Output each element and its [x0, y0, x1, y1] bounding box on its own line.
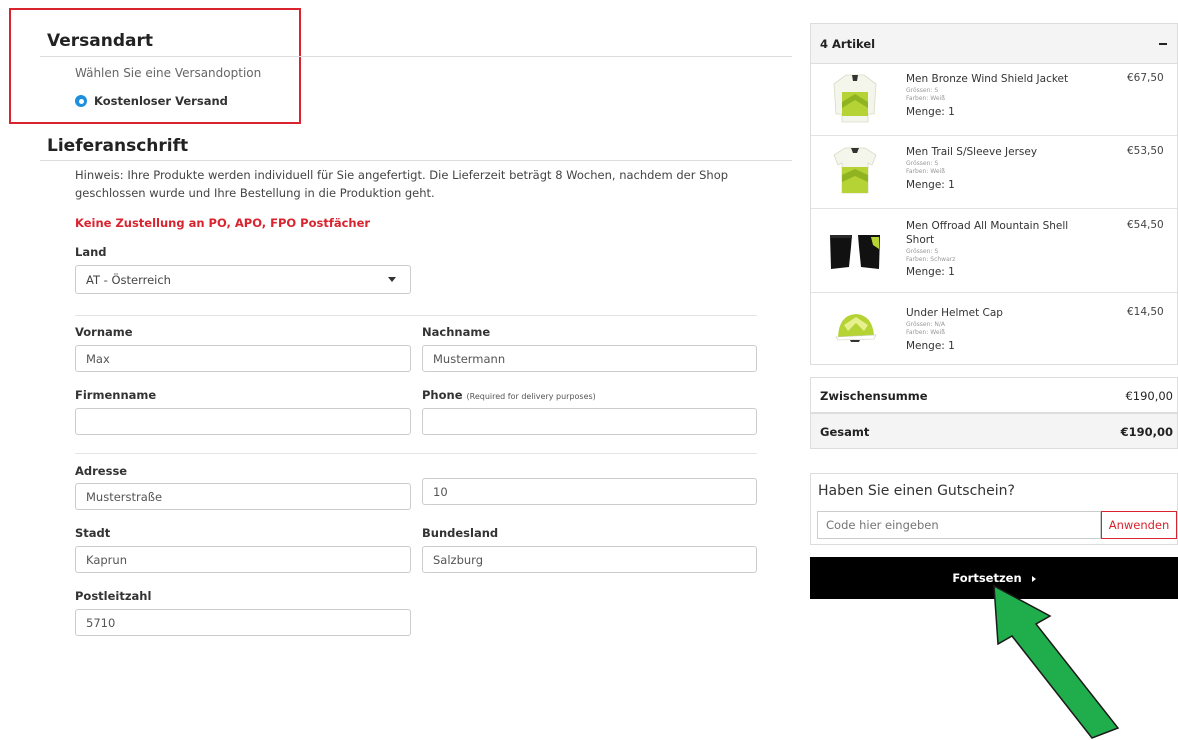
country-label: Land	[75, 245, 107, 259]
state-label: Bundesland	[422, 526, 499, 540]
company-label: Firmenname	[75, 388, 157, 402]
shipping-divider	[40, 56, 792, 57]
form-divider-1	[75, 315, 757, 316]
cart-item-size: Grössen: N/A	[906, 321, 945, 328]
cart-item-size: Grössen: S	[906, 248, 939, 255]
chevron-down-icon	[388, 277, 396, 282]
house-number-input[interactable]	[422, 478, 757, 505]
delivery-address-heading: Lieferanschrift	[47, 136, 189, 156]
cart-item-color: Farben: Weiß	[906, 168, 945, 175]
coupon-code-input[interactable]	[817, 511, 1101, 539]
shipping-method-heading: Versandart	[47, 31, 153, 51]
cart-item-price: €54,50	[1127, 219, 1164, 231]
coupon-title: Haben Sie einen Gutschein?	[818, 483, 1015, 499]
state-input[interactable]	[422, 546, 757, 573]
total-row: Gesamt €190,00	[810, 413, 1178, 449]
minus-icon[interactable]	[1159, 43, 1167, 45]
cart-item: Men Offroad All Mountain Shell Short Grö…	[811, 208, 1177, 292]
total-value: €190,00	[1120, 425, 1173, 439]
subtotal-row: Zwischensumme €190,00	[810, 377, 1178, 413]
jersey-thumbnail-icon	[833, 147, 877, 194]
shipping-option-free[interactable]: Kostenloser Versand	[94, 94, 228, 108]
country-select-value: AT - Österreich	[86, 272, 171, 287]
zip-input[interactable]	[75, 609, 411, 636]
street-label: Adresse	[75, 464, 128, 478]
city-input[interactable]	[75, 546, 411, 573]
cart-item-qty: Menge: 1	[906, 179, 955, 191]
phone-label-note: (Required for delivery purposes)	[466, 392, 596, 401]
total-label: Gesamt	[820, 425, 870, 439]
cart-item-count: 4 Artikel	[820, 37, 876, 51]
cart-item-price: €14,50	[1127, 306, 1164, 318]
phone-input[interactable]	[422, 408, 757, 435]
cap-thumbnail-icon	[835, 314, 877, 342]
country-select[interactable]: AT - Österreich	[75, 265, 411, 294]
shorts-thumbnail-icon	[830, 235, 880, 269]
cart-item-name: Under Helmet Cap	[906, 307, 1003, 319]
cart-item: Men Trail S/Sleeve Jersey Grössen: S Far…	[811, 135, 1177, 208]
address-divider	[40, 160, 792, 161]
lastname-label: Nachname	[422, 325, 491, 339]
cart-item-price: €67,50	[1127, 72, 1164, 84]
cart-item-qty: Menge: 1	[906, 106, 955, 118]
jacket-thumbnail-icon	[833, 74, 877, 123]
po-box-warning: Keine Zustellung an PO, APO, FPO Postfäc…	[75, 216, 371, 230]
shipping-prompt: Wählen Sie eine Versandoption	[75, 66, 262, 80]
firstname-label: Vorname	[75, 325, 133, 339]
subtotal-label: Zwischensumme	[820, 389, 928, 403]
apply-coupon-button[interactable]: Anwenden	[1101, 511, 1177, 539]
cart-item-color: Farben: Weiß	[906, 95, 945, 102]
cart-item-color: Farben: Schwarz	[906, 256, 956, 263]
phone-label: Phone (Required for delivery purposes)	[422, 388, 596, 402]
cart-item-qty: Menge: 1	[906, 266, 955, 278]
company-input[interactable]	[75, 408, 411, 435]
cart-item-name: Men Offroad All Mountain Shell Short	[906, 220, 1069, 246]
cart-item: Men Bronze Wind Shield Jacket Grössen: S…	[811, 64, 1177, 135]
subtotal-value: €190,00	[1125, 389, 1173, 403]
street-input[interactable]	[75, 483, 411, 510]
lastname-input[interactable]	[422, 345, 757, 372]
coupon-box: Haben Sie einen Gutschein? Anwenden	[810, 473, 1178, 545]
cart-item: Under Helmet Cap Grössen: N/A Farben: We…	[811, 292, 1177, 365]
green-arrow-icon	[993, 584, 1120, 739]
cart-item-qty: Menge: 1	[906, 340, 955, 352]
cart-item-name: Men Trail S/Sleeve Jersey	[906, 146, 1038, 158]
form-divider-2	[75, 453, 757, 454]
radio-selected-icon[interactable]	[75, 95, 87, 107]
cart-item-size: Grössen: S	[906, 87, 939, 94]
phone-label-text: Phone	[422, 388, 463, 402]
firstname-input[interactable]	[75, 345, 411, 372]
cart-header[interactable]: 4 Artikel	[811, 24, 1177, 64]
city-label: Stadt	[75, 526, 111, 540]
cart-item-price: €53,50	[1127, 145, 1164, 157]
cart-summary-panel: 4 Artikel Men Bronze Wind Shield Jacket …	[810, 23, 1178, 365]
cart-item-color: Farben: Weiß	[906, 329, 945, 336]
cart-item-name: Men Bronze Wind Shield Jacket	[906, 73, 1069, 85]
zip-label: Postleitzahl	[75, 589, 152, 603]
cart-item-size: Grössen: S	[906, 160, 939, 167]
delivery-notice: Hinweis: Ihre Produkte werden individuel…	[75, 168, 729, 200]
